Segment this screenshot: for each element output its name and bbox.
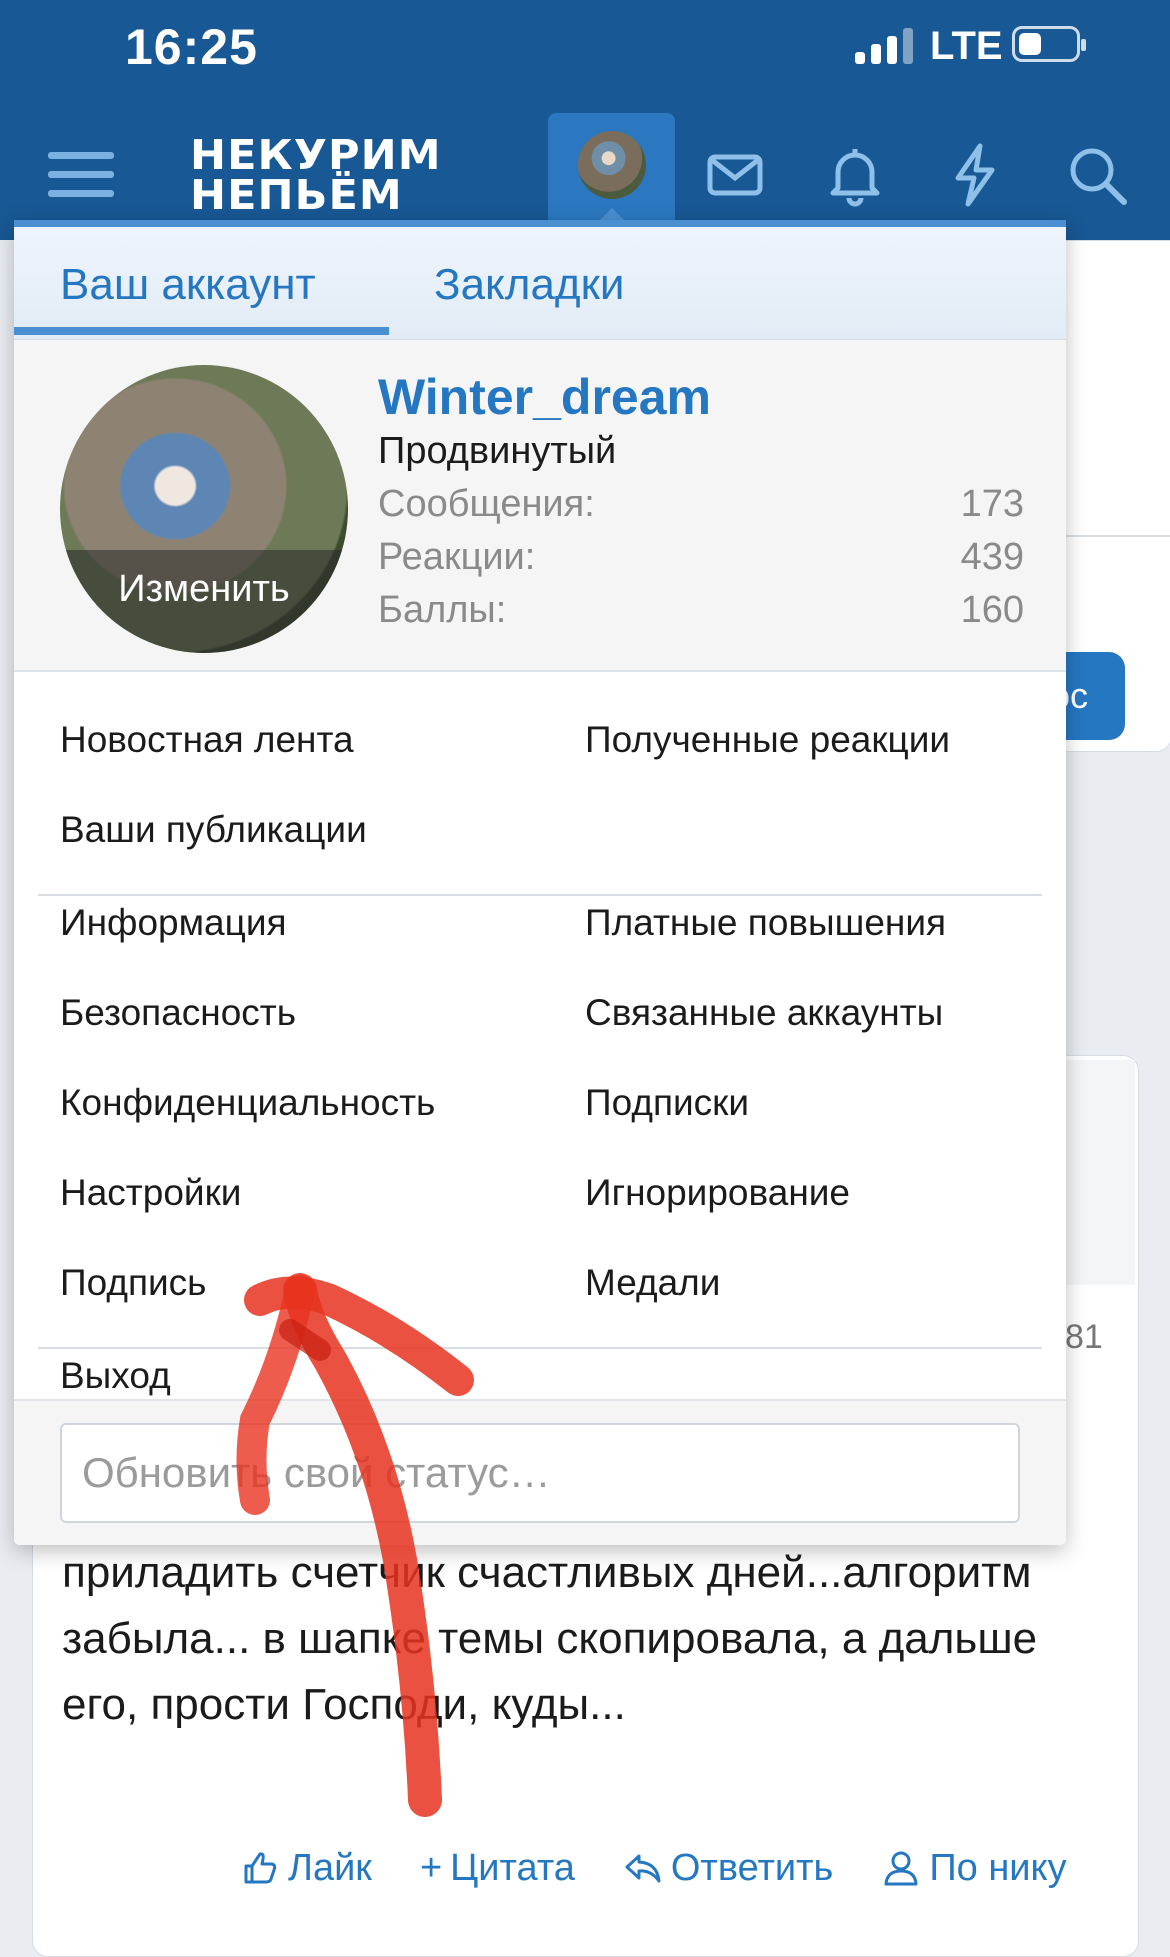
status-update-area xyxy=(14,1399,1066,1545)
reply-button[interactable]: Ответить xyxy=(623,1847,833,1890)
active-tab-indicator xyxy=(14,327,389,335)
background-block xyxy=(1060,1060,1135,1285)
post-actions: Лайк + Цитата Ответить По нику xyxy=(240,1838,1140,1898)
reply-label: Ответить xyxy=(670,1846,834,1889)
network-type: LTE xyxy=(930,24,1003,68)
search-icon[interactable] xyxy=(1062,140,1132,210)
avatar-edit-label[interactable]: Изменить xyxy=(60,568,348,611)
link-news-feed[interactable]: Новостная лента xyxy=(60,719,354,761)
reply-icon xyxy=(625,1854,661,1883)
link-medals[interactable]: Медали xyxy=(585,1262,720,1304)
status-input[interactable] xyxy=(60,1423,1020,1523)
avatar xyxy=(578,131,646,199)
logo-line-1: НЕКУРИМ xyxy=(190,131,442,179)
user-rank: Продвинутый xyxy=(378,430,617,472)
link-your-content[interactable]: Ваши публикации xyxy=(60,809,367,851)
post-text: приладить счетчик счастливых дней...алго… xyxy=(62,1548,1038,1729)
like-button[interactable]: Лайк xyxy=(240,1847,372,1890)
account-tab[interactable] xyxy=(548,113,675,226)
site-logo[interactable]: НЕКУРИМ НЕПЬЁМ xyxy=(190,131,442,219)
logo-line-2: НЕПЬЁМ xyxy=(190,171,403,219)
stat-label: Реакции: xyxy=(378,536,536,578)
thumbs-up-icon xyxy=(244,1852,277,1884)
stat-label: Сообщения: xyxy=(378,483,595,525)
tab-bookmarks[interactable]: Закладки xyxy=(434,260,624,310)
quote-button[interactable]: + Цитата xyxy=(420,1847,575,1890)
link-ignoring[interactable]: Игнорирование xyxy=(585,1172,850,1214)
link-connected-accounts[interactable]: Связанные аккаунты xyxy=(585,992,943,1034)
stat-reactions: Реакции: 439 xyxy=(378,536,1024,579)
like-label: Лайк xyxy=(288,1846,372,1889)
link-privacy[interactable]: Конфиденциальность xyxy=(60,1082,435,1124)
account-menu: Ваш аккаунт Закладки Изменить Winter_dre… xyxy=(14,220,1066,1545)
link-received-reactions[interactable]: Полученные реакции xyxy=(585,719,950,761)
status-time: 16:25 xyxy=(125,19,258,75)
background-number: 81 xyxy=(1065,1318,1103,1356)
status-bar: 16:25 LTE xyxy=(0,0,1170,105)
profile-summary: Изменить Winter_dream Продвинутый Сообще… xyxy=(14,340,1066,672)
link-following[interactable]: Подписки xyxy=(585,1082,749,1124)
stat-messages: Сообщения: 173 xyxy=(378,483,1024,526)
username[interactable]: Winter_dream xyxy=(378,368,711,426)
menu-divider xyxy=(38,894,1042,896)
by-nick-label: По нику xyxy=(929,1846,1067,1889)
stat-points: Баллы: 160 xyxy=(378,589,1024,632)
menu-divider xyxy=(38,1347,1042,1349)
mail-icon[interactable] xyxy=(700,140,770,210)
stat-label: Баллы: xyxy=(378,589,507,631)
link-security[interactable]: Безопасность xyxy=(60,992,296,1034)
lightning-icon[interactable] xyxy=(940,140,1010,210)
link-logout[interactable]: Выход xyxy=(60,1355,171,1397)
stat-value: 173 xyxy=(960,483,1024,525)
bell-icon[interactable] xyxy=(820,140,890,210)
battery-icon xyxy=(1012,26,1086,62)
by-nick-button[interactable]: По нику xyxy=(881,1846,1067,1890)
link-info[interactable]: Информация xyxy=(60,902,287,944)
tab-your-account[interactable]: Ваш аккаунт xyxy=(60,260,316,310)
link-preferences[interactable]: Настройки xyxy=(60,1172,241,1214)
link-signature[interactable]: Подпись xyxy=(60,1262,206,1304)
stat-value: 439 xyxy=(960,536,1024,578)
menu-icon[interactable] xyxy=(48,147,116,203)
link-paid-upgrades[interactable]: Платные повышения xyxy=(585,902,946,944)
stat-value: 160 xyxy=(960,589,1024,631)
user-icon xyxy=(884,1851,918,1886)
quote-label: Цитата xyxy=(450,1846,575,1889)
plus-icon: + xyxy=(419,1846,443,1889)
profile-avatar[interactable]: Изменить xyxy=(60,365,348,653)
signal-icon xyxy=(855,28,915,64)
menu-tabs: Ваш аккаунт Закладки xyxy=(14,227,1066,340)
